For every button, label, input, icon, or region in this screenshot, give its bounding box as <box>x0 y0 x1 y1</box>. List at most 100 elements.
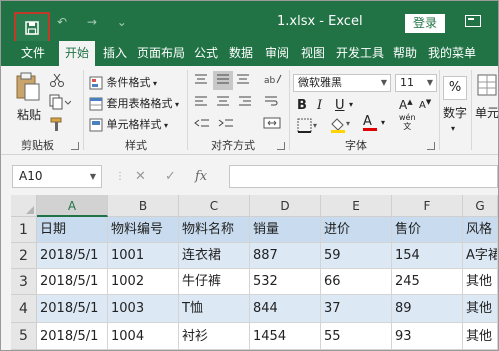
underline-dropdown-icon[interactable]: ▾ <box>349 100 353 109</box>
align-middle-button[interactable] <box>213 71 233 90</box>
tab-my-menu[interactable]: 我的菜单 <box>425 41 479 66</box>
tab-home[interactable]: 开始 <box>59 41 95 66</box>
merge-center-button[interactable] <box>263 116 281 133</box>
wrap-text-button[interactable] <box>263 94 279 111</box>
table-cell[interactable]: 其他 <box>463 269 498 295</box>
table-cell[interactable]: 物料编号 <box>108 217 179 243</box>
row-header[interactable]: 4 <box>11 295 37 323</box>
tab-data[interactable]: 数据 <box>225 41 257 66</box>
align-top-button[interactable] <box>193 72 209 89</box>
formula-input[interactable] <box>229 165 498 188</box>
enter-icon[interactable]: ✓ <box>165 165 176 188</box>
table-cell[interactable]: 衬衫 <box>179 323 250 350</box>
tab-developer[interactable]: 开发工具 <box>333 41 387 66</box>
tab-review[interactable]: 审阅 <box>261 41 293 66</box>
table-cell[interactable]: 销量 <box>250 217 321 243</box>
column-header-f[interactable]: F <box>392 195 463 217</box>
table-cell[interactable]: 连衣裙 <box>179 243 250 269</box>
align-left-button[interactable] <box>193 94 209 111</box>
increase-font-icon[interactable]: A▲ <box>399 98 413 112</box>
ribbon-display-options-icon[interactable] <box>465 15 481 27</box>
table-cell[interactable]: 其他 <box>463 295 498 323</box>
table-cell[interactable]: 245 <box>392 269 463 295</box>
font-size-select[interactable]: 11 ▼ <box>395 74 437 92</box>
table-cell[interactable]: 1454 <box>250 323 321 350</box>
clipboard-launcher-icon[interactable] <box>71 142 79 150</box>
column-header-d[interactable]: D <box>250 195 321 217</box>
table-cell[interactable]: 2018/5/1 <box>37 295 108 323</box>
borders-button[interactable]: ▾ <box>297 118 319 137</box>
font-color-dropdown-icon[interactable]: ▾ <box>381 118 385 127</box>
decrease-indent-button[interactable] <box>193 116 211 133</box>
table-cell[interactable]: 887 <box>250 243 321 269</box>
table-cell[interactable]: 2018/5/1 <box>37 243 108 269</box>
table-cell[interactable]: T恤 <box>179 295 250 323</box>
number-dropdown-icon[interactable]: ▾ <box>451 124 455 133</box>
tab-insert[interactable]: 插入 <box>99 41 131 66</box>
table-cell[interactable]: 牛仔裤 <box>179 269 250 295</box>
number-format-icon[interactable]: % <box>443 76 467 100</box>
table-cell[interactable]: 1003 <box>108 295 179 323</box>
table-cell[interactable]: 日期 <box>37 217 108 243</box>
table-cell[interactable]: 55 <box>321 323 392 350</box>
italic-button[interactable]: I <box>317 98 322 113</box>
table-cell[interactable]: 1001 <box>108 243 179 269</box>
alignment-launcher-icon[interactable] <box>277 142 285 150</box>
tab-page-layout[interactable]: 页面布局 <box>135 41 187 66</box>
fill-color-button[interactable]: ▾ <box>329 116 353 137</box>
cells-group-button[interactable]: 单元 <box>475 104 498 121</box>
bold-button[interactable]: B <box>297 98 307 113</box>
table-cell[interactable]: 售价 <box>392 217 463 243</box>
tab-file[interactable]: 文件 <box>15 41 51 66</box>
name-box[interactable]: A10 ▼ <box>12 165 102 188</box>
cut-button[interactable] <box>49 72 65 91</box>
align-center-button[interactable] <box>215 94 231 111</box>
table-cell[interactable]: 154 <box>392 243 463 269</box>
table-cell[interactable]: 66 <box>321 269 392 295</box>
cell-styles-button[interactable]: 单元格样式 ▾ <box>89 116 168 132</box>
table-cell[interactable]: 1002 <box>108 269 179 295</box>
font-color-button[interactable]: A <box>363 114 377 131</box>
column-header-a[interactable]: A <box>37 195 108 217</box>
table-cell[interactable]: 59 <box>321 243 392 269</box>
column-header-g[interactable]: G <box>463 195 498 217</box>
align-right-button[interactable] <box>237 94 253 111</box>
font-launcher-icon[interactable] <box>427 142 435 150</box>
format-as-table-button[interactable]: 套用表格格式 ▾ <box>89 95 179 111</box>
table-cell[interactable]: 1004 <box>108 323 179 350</box>
quick-access-undo-redo[interactable]: ↶ → ⌄ <box>57 15 135 29</box>
underline-button[interactable]: U <box>335 98 345 113</box>
select-all-button[interactable] <box>11 195 37 217</box>
insert-function-button[interactable]: fx <box>195 165 207 188</box>
table-cell[interactable]: 89 <box>392 295 463 323</box>
login-button[interactable]: 登录 <box>405 14 445 33</box>
row-header[interactable]: 1 <box>11 217 37 243</box>
orientation-button[interactable]: ab <box>263 72 283 89</box>
align-bottom-button[interactable] <box>235 72 251 89</box>
row-header[interactable]: 3 <box>11 269 37 295</box>
font-name-select[interactable]: 微软雅黑 ▼ <box>293 74 391 92</box>
tab-formulas[interactable]: 公式 <box>191 41 221 66</box>
column-header-e[interactable]: E <box>321 195 392 217</box>
column-header-b[interactable]: B <box>108 195 179 217</box>
table-cell[interactable]: 93 <box>392 323 463 350</box>
column-header-c[interactable]: C <box>179 195 250 217</box>
table-cell[interactable]: 物料名称 <box>179 217 250 243</box>
table-cell[interactable]: 其他 <box>463 323 498 350</box>
table-cell[interactable]: A字裙 <box>463 243 498 269</box>
table-cell[interactable]: 2018/5/1 <box>37 323 108 350</box>
paste-button[interactable]: 粘贴 <box>15 72 41 122</box>
table-cell[interactable]: 进价 <box>321 217 392 243</box>
row-header[interactable]: 5 <box>11 323 37 350</box>
more-options-icon[interactable]: ⋮ <box>115 165 125 188</box>
table-cell[interactable]: 风格 <box>463 217 498 243</box>
tab-help[interactable]: 帮助 <box>389 41 421 66</box>
table-cell[interactable]: 2018/5/1 <box>37 269 108 295</box>
row-header[interactable]: 2 <box>11 243 37 269</box>
copy-button[interactable] <box>49 94 72 113</box>
cells-icon[interactable] <box>477 74 497 99</box>
table-cell[interactable]: 844 <box>250 295 321 323</box>
tab-view[interactable]: 视图 <box>297 41 329 66</box>
phonetic-guide-button[interactable]: wén 文 <box>399 113 416 131</box>
cancel-icon[interactable]: ✕ <box>135 165 146 188</box>
